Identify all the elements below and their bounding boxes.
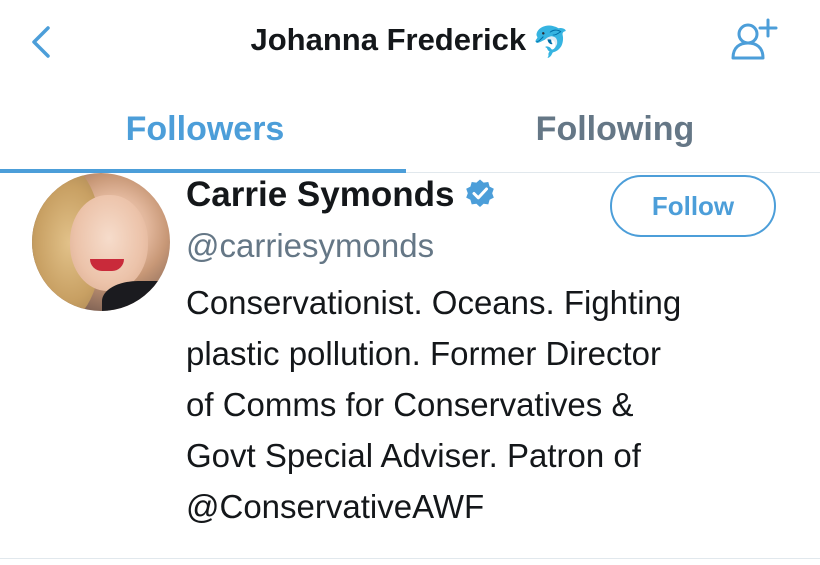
user-name-row: Carrie Symonds — [186, 175, 496, 215]
tab-following[interactable]: Following — [410, 100, 820, 172]
follow-button[interactable]: Follow — [610, 175, 776, 237]
add-user-icon — [731, 18, 778, 60]
avatar[interactable] — [32, 173, 170, 311]
list-item[interactable]: Carrie Symonds @carriesymonds Conservati… — [0, 173, 820, 559]
bio-line: Govt Special Adviser. Patron of — [186, 437, 641, 474]
user-name[interactable]: Carrie Symonds — [186, 175, 454, 214]
bio-line: Conservationist. Oceans. Fighting — [186, 284, 682, 321]
navigation-bar: Johanna Frederick 🐬 — [0, 0, 820, 88]
user-handle[interactable]: @carriesymonds — [186, 227, 434, 265]
tab-followers[interactable]: Followers — [0, 100, 410, 172]
tab-bar: Followers Following — [0, 100, 820, 173]
user-bio: Conservationist. Oceans. Fighting plasti… — [186, 277, 786, 532]
verified-badge-icon — [466, 179, 495, 207]
title-text: Johanna Frederick — [250, 22, 527, 57]
page-title: Johanna Frederick 🐬 — [0, 22, 820, 60]
dolphin-emoji: 🐬 — [532, 26, 570, 59]
bio-line: of Comms for Conservatives & — [186, 386, 634, 423]
add-user-button[interactable] — [728, 14, 786, 66]
bio-mention-link[interactable]: @ConservativeAWF — [186, 481, 786, 532]
bio-line: plastic pollution. Former Director — [186, 335, 661, 372]
